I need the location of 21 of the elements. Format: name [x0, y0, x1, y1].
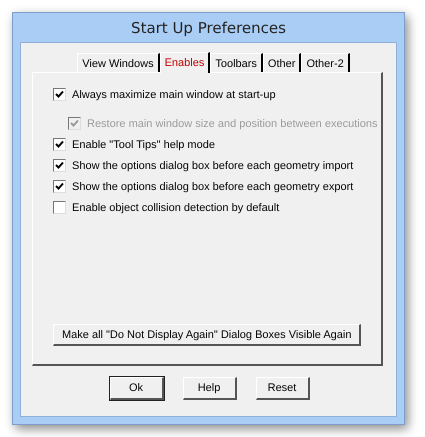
dialog-button[interactable]: Ok: [110, 377, 164, 400]
option-label: Show the options dialog box before each geometry import: [72, 160, 354, 172]
option-label: Restore main window size and position between executions: [87, 118, 378, 130]
tab[interactable]: Enables: [160, 52, 210, 73]
option-label: Always maximize main window at start-up: [72, 88, 276, 100]
checkbox[interactable]: [53, 138, 66, 151]
checkbox[interactable]: [53, 201, 66, 214]
tab[interactable]: View Windows: [77, 53, 160, 72]
option-label: Enable "Tool Tips" help mode: [72, 138, 215, 150]
checkbox[interactable]: [53, 180, 66, 193]
dialog-button[interactable]: Reset: [256, 377, 310, 400]
checkbox[interactable]: [53, 88, 66, 101]
option-label: Show the options dialog box before each geometry export: [72, 180, 354, 192]
tab[interactable]: Toolbars: [210, 53, 263, 72]
make-visible-button[interactable]: Make all "Do Not Display Again" Dialog Boxes Visible Again: [53, 324, 362, 346]
tab[interactable]: Other: [262, 53, 302, 72]
tab[interactable]: Other-2: [301, 53, 350, 72]
dialog-button[interactable]: Help: [182, 377, 236, 400]
option-label: Enable object collision detection by default: [72, 202, 280, 214]
checkbox[interactable]: [53, 159, 66, 172]
window-title: Start Up Preferences: [130, 18, 287, 38]
